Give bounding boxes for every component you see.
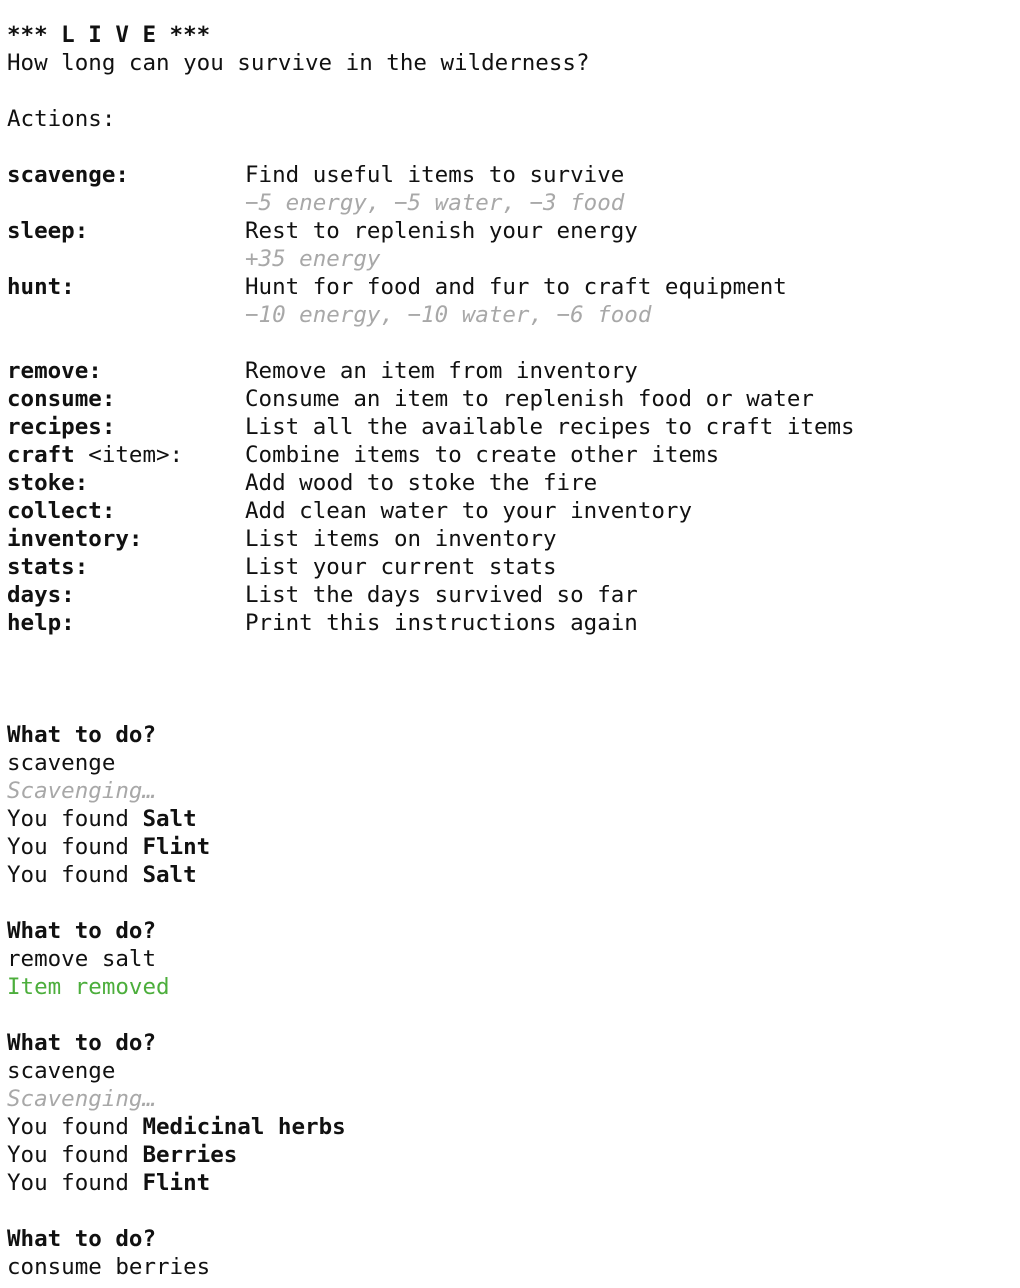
action-cost: −5 energy, −5 water, −3 food [245, 190, 625, 216]
log-turn: What to do? scavenge Scavenging… You fou… [7, 1029, 1012, 1197]
action-command: recipes: [7, 414, 116, 440]
action-description: List the days survived so far [245, 582, 638, 608]
found-item: Flint [142, 834, 211, 860]
action-description: List all the available recipes to craft … [245, 414, 855, 440]
action-command: stoke: [7, 470, 89, 496]
action-command: sleep: [7, 218, 89, 244]
found-item-line: You found Salt [7, 806, 197, 832]
action-stoke: stoke: Add wood to stoke the fire [7, 469, 1012, 497]
action-description: Find useful items to survive [245, 162, 625, 188]
action-command: craft <item>: [7, 442, 184, 468]
found-item: Salt [142, 862, 197, 888]
log-turn: What to do? remove salt Item removed [7, 917, 1012, 1001]
action-command: consume: [7, 386, 116, 412]
action-description: List items on inventory [245, 526, 557, 552]
action-command: stats: [7, 554, 89, 580]
found-item: Salt [142, 806, 197, 832]
found-item: Berries [142, 1142, 238, 1168]
action-command: days: [7, 582, 75, 608]
action-help: help: Print this instructions again [7, 609, 1012, 637]
actions-heading: Actions: [7, 106, 116, 132]
action-description: Print this instructions again [245, 610, 638, 636]
found-item: Medicinal herbs [142, 1114, 346, 1140]
action-recipes: recipes: List all the available recipes … [7, 413, 1012, 441]
action-description: Remove an item from inventory [245, 358, 638, 384]
terminal-output: *** L I V E *** How long can you survive… [7, 21, 1012, 1281]
action-description: Add clean water to your inventory [245, 498, 693, 524]
found-item: Flint [142, 1170, 211, 1196]
action-command: scavenge: [7, 162, 129, 188]
prompt: What to do? [7, 1226, 157, 1252]
action-description: Add wood to stoke the fire [245, 470, 598, 496]
action-collect: collect: Add clean water to your invento… [7, 497, 1012, 525]
action-command: collect: [7, 498, 116, 524]
action-days: days: List the days survived so far [7, 581, 1012, 609]
found-item-line: You found Salt [7, 862, 197, 888]
action-consume: consume: Consume an item to replenish fo… [7, 385, 1012, 413]
status-message: Scavenging… [7, 1086, 157, 1112]
user-input[interactable]: consume berries [7, 1253, 1012, 1281]
action-description: Consume an item to replenish food or wat… [245, 386, 814, 412]
result-message: Item removed [7, 974, 170, 1000]
log-turn: What to do? scavenge Scavenging… You fou… [7, 721, 1012, 889]
action-remove: remove: Remove an item from inventory [7, 357, 1012, 385]
action-command: hunt: [7, 274, 75, 300]
action-cost: −10 energy, −10 water, −6 food [245, 302, 652, 328]
action-craft: craft <item>: Combine items to create ot… [7, 441, 1012, 469]
action-command: remove: [7, 358, 102, 384]
log-turn: What to do? consume berries [7, 1225, 1012, 1281]
user-input: remove salt [7, 946, 157, 972]
action-description: List your current stats [245, 554, 557, 580]
action-cost: +35 energy [245, 246, 381, 272]
action-inventory: inventory: List items on inventory [7, 525, 1012, 553]
action-command: help: [7, 610, 75, 636]
action-hunt: hunt: Hunt for food and fur to craft equ… [7, 273, 1012, 329]
action-stats: stats: List your current stats [7, 553, 1012, 581]
prompt: What to do? [7, 722, 157, 748]
game-title: *** L I V E *** [7, 22, 211, 48]
action-sleep: sleep: Rest to replenish your energy +35… [7, 217, 1012, 273]
action-description: Hunt for food and fur to craft equipment [245, 274, 787, 300]
found-item-line: You found Medicinal herbs [7, 1114, 346, 1140]
found-item-line: You found Berries [7, 1142, 238, 1168]
status-message: Scavenging… [7, 778, 157, 804]
game-subtitle: How long can you survive in the wilderne… [7, 50, 590, 76]
prompt: What to do? [7, 1030, 157, 1056]
user-input: scavenge [7, 750, 116, 776]
user-input: scavenge [7, 1058, 116, 1084]
found-item-line: You found Flint [7, 834, 211, 860]
action-scavenge: scavenge: Find useful items to survive −… [7, 161, 1012, 217]
action-description: Combine items to create other items [245, 442, 720, 468]
action-command: inventory: [7, 526, 143, 552]
prompt: What to do? [7, 918, 157, 944]
found-item-line: You found Flint [7, 1170, 211, 1196]
action-description: Rest to replenish your energy [245, 218, 638, 244]
